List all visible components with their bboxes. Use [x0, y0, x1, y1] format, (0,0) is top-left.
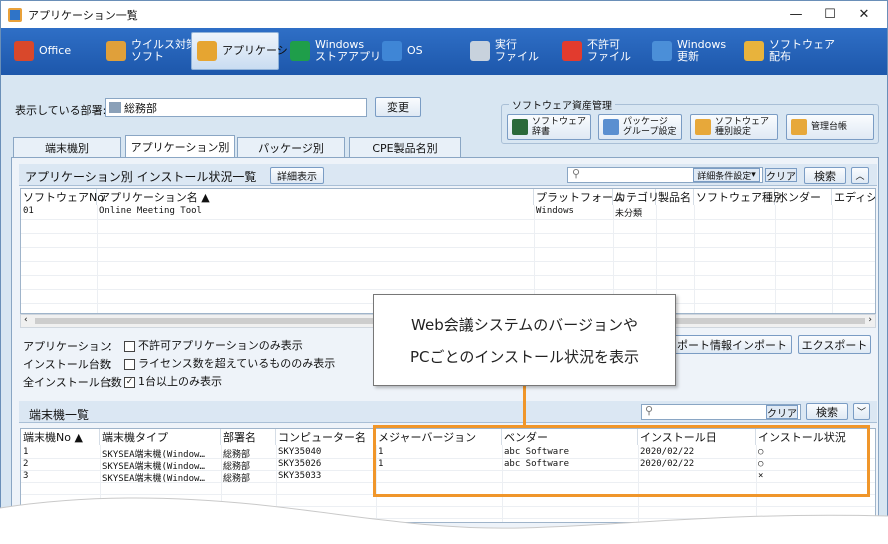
- callout-connector: [523, 386, 526, 426]
- callout-line1: Web会議システムのバージョンや: [411, 316, 638, 334]
- callout-box: Web会議システムのバージョンや PCごとのインストール状況を表示: [373, 294, 676, 386]
- highlight-frame: [373, 425, 870, 497]
- callout-line2: PCごとのインストール状況を表示: [409, 348, 640, 366]
